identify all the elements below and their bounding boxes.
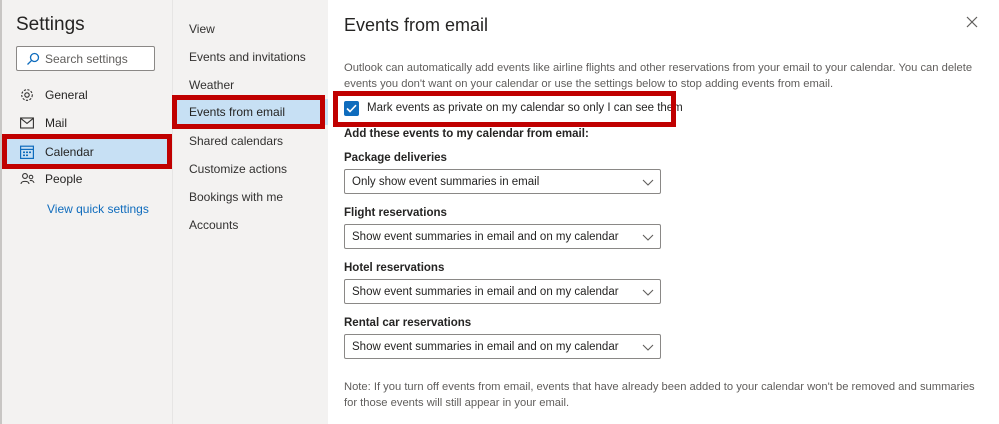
hotel-reservations-label: Hotel reservations <box>344 262 445 274</box>
nav-item-label: Mail <box>45 116 68 130</box>
package-deliveries-dropdown[interactable]: Only show event summaries in email <box>344 169 661 194</box>
dropdown-value: Only show event summaries in email <box>352 175 540 188</box>
search-settings-box[interactable] <box>16 46 155 71</box>
subnav-item-accounts[interactable]: Accounts <box>189 218 238 232</box>
nav-item-mail[interactable]: Mail <box>10 110 168 136</box>
settings-title: Settings <box>16 14 85 35</box>
chevron-down-icon <box>642 344 654 351</box>
dropdown-value: Show event summaries in email and on my … <box>352 340 619 353</box>
subnav-item-customize-actions[interactable]: Customize actions <box>189 162 287 176</box>
search-settings-input[interactable] <box>45 50 150 68</box>
section-heading: Add these events to my calendar from ema… <box>344 128 589 140</box>
dropdown-value: Show event summaries in email and on my … <box>352 285 619 298</box>
nav-item-people[interactable]: People <box>10 166 168 192</box>
flight-reservations-label: Flight reservations <box>344 207 447 219</box>
rental-car-reservations-label: Rental car reservations <box>344 317 472 329</box>
subnav-item-bookings-with-me[interactable]: Bookings with me <box>189 190 283 204</box>
search-icon <box>27 52 40 65</box>
subnav-item-events-and-invitations[interactable]: Events and invitations <box>189 50 306 64</box>
subnav-item-weather[interactable]: Weather <box>189 78 234 92</box>
chevron-down-icon <box>642 234 654 241</box>
main-panel: Events from email Outlook can automatica… <box>328 0 999 424</box>
rental-car-reservations-dropdown[interactable]: Show event summaries in email and on my … <box>344 334 661 359</box>
highlight-box-calendar <box>2 134 172 169</box>
highlight-box-events-from-email <box>172 95 325 129</box>
gear-icon <box>19 87 35 103</box>
dropdown-value: Show event summaries in email and on my … <box>352 230 619 243</box>
close-icon[interactable] <box>965 15 979 29</box>
page-title: Events from email <box>344 15 489 35</box>
package-deliveries-label: Package deliveries <box>344 152 447 164</box>
chevron-down-icon <box>642 289 654 296</box>
mail-icon <box>19 115 35 131</box>
view-quick-settings-link[interactable]: View quick settings <box>47 202 149 216</box>
subnav-item-shared-calendars[interactable]: Shared calendars <box>189 134 283 148</box>
nav-item-general[interactable]: General <box>10 82 168 108</box>
people-icon <box>19 171 35 187</box>
subnav-item-view[interactable]: View <box>189 22 215 36</box>
window-edge <box>0 0 2 424</box>
note-text: Note: If you turn off events from email,… <box>344 381 975 409</box>
intro-text: Outlook can automatically add events lik… <box>344 62 973 90</box>
flight-reservations-dropdown[interactable]: Show event summaries in email and on my … <box>344 224 661 249</box>
highlight-box-private-option <box>333 91 676 127</box>
nav-item-label: People <box>45 172 83 186</box>
nav-item-label: General <box>45 88 88 102</box>
calendar-subnav: View Events and invitations Weather Even… <box>172 0 328 424</box>
chevron-down-icon <box>642 179 654 186</box>
hotel-reservations-dropdown[interactable]: Show event summaries in email and on my … <box>344 279 661 304</box>
settings-sidebar: Settings General Mail Calendar People Vi… <box>0 0 172 424</box>
